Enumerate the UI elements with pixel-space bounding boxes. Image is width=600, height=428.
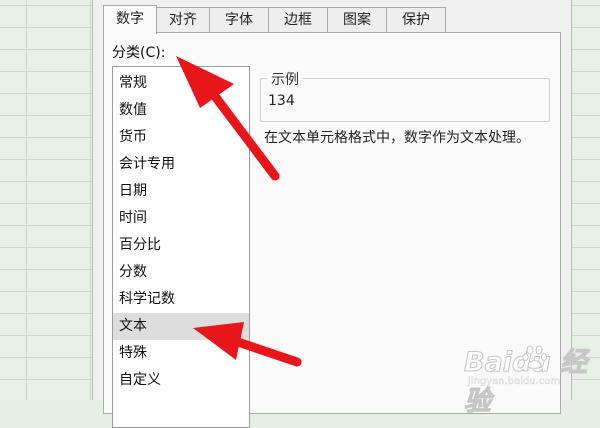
sample-value: 134 (268, 93, 295, 109)
baidu-jingyan-watermark: Baidu 经验 jingyan.baidu.com (462, 340, 600, 418)
category-item-general[interactable]: 常规 (113, 70, 249, 97)
tab-number[interactable]: 数字 (103, 5, 157, 34)
category-list[interactable]: 常规 数值 货币 会计专用 日期 时间 百分比 分数 科学记数 文本 特殊 自定… (112, 66, 250, 428)
category-item-accounting[interactable]: 会计专用 (113, 151, 249, 178)
tab-border[interactable]: 边框 (268, 7, 328, 32)
category-item-text[interactable]: 文本 (113, 313, 249, 340)
category-item-date[interactable]: 日期 (113, 178, 249, 205)
paw-icon (522, 345, 548, 369)
category-item-special[interactable]: 特殊 (113, 340, 249, 367)
category-item-fraction[interactable]: 分数 (113, 259, 249, 286)
tab-alignment[interactable]: 对齐 (156, 7, 210, 32)
sample-title: 示例 (267, 69, 303, 89)
category-item-custom[interactable]: 自定义 (113, 367, 249, 394)
tab-protection[interactable]: 保护 (386, 7, 446, 32)
category-item-number[interactable]: 数值 (113, 97, 249, 124)
category-item-scientific[interactable]: 科学记数 (113, 286, 249, 313)
category-item-percentage[interactable]: 百分比 (113, 232, 249, 259)
sample-group: 示例 134 (260, 69, 550, 122)
category-item-currency[interactable]: 货币 (113, 124, 249, 151)
dialog-tabs: 数字 对齐 字体 边框 图案 保护 (103, 5, 446, 34)
tab-pattern[interactable]: 图案 (327, 7, 387, 32)
category-item-time[interactable]: 时间 (113, 205, 249, 232)
tab-font[interactable]: 字体 (209, 7, 269, 32)
format-description: 在文本单元格格式中，数字作为文本处理。 (264, 130, 530, 146)
category-label: 分类(C): (112, 45, 166, 61)
watermark-url: jingyan.baidu.com (468, 376, 561, 387)
